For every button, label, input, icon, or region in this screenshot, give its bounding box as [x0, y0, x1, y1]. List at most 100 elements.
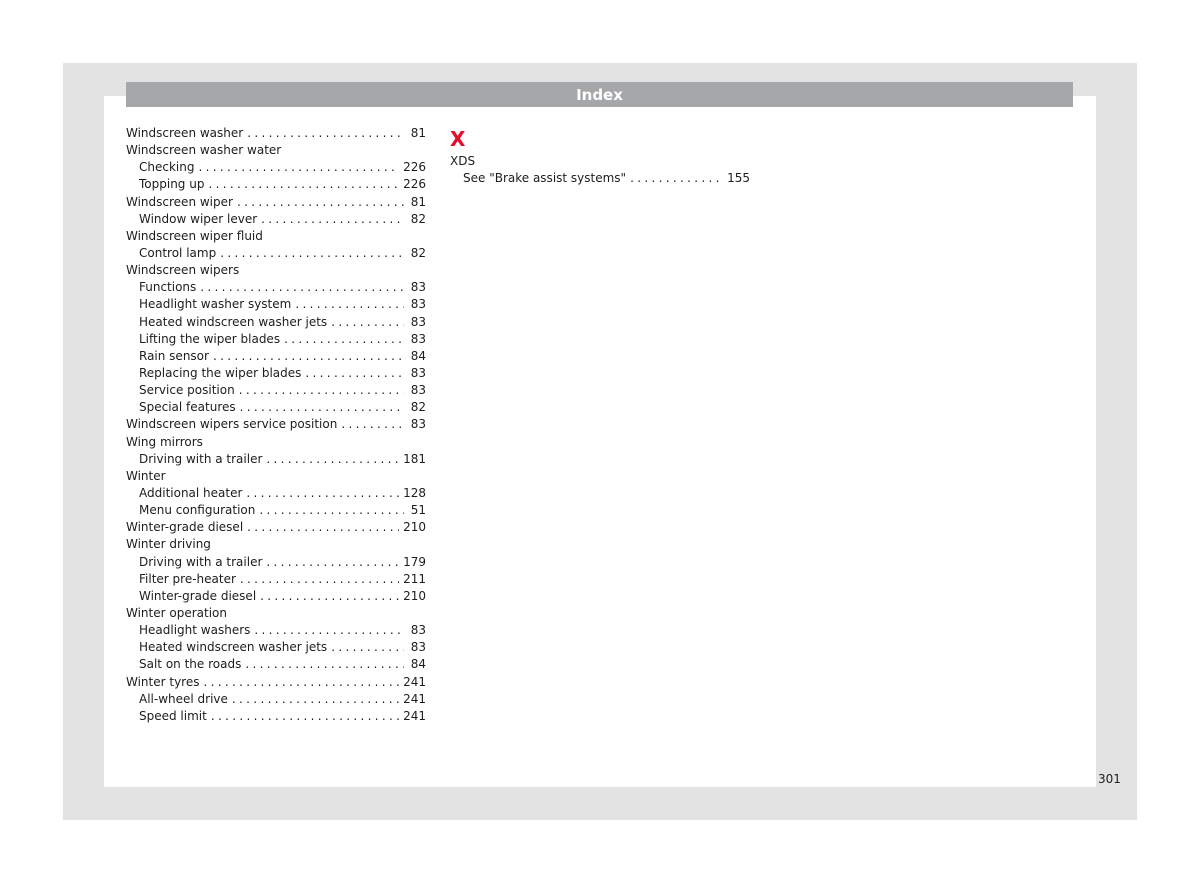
index-subentry: Salt on the roads 84 [126, 656, 426, 673]
entry-page-number: 181 [403, 451, 426, 466]
entry-label: Driving with a trailer [139, 554, 263, 569]
entry-page-number: 82 [410, 245, 426, 260]
dot-leader [305, 365, 404, 382]
entry-page-number: 83 [410, 314, 426, 329]
entry-label: Heated windscreen washer jets [139, 314, 328, 329]
index-entries-x: XDS See "Brake assist systems" 155 [450, 153, 750, 187]
index-subentry: Menu configuration 51 [126, 502, 426, 519]
dot-leader [331, 639, 404, 656]
index-entry: Windscreen wipers [126, 262, 426, 279]
index-subentry: Speed limit 241 [126, 708, 426, 725]
entry-label: Speed limit [139, 708, 207, 723]
index-subentry: Lifting the wiper blades 83 [126, 331, 426, 348]
entry-label: Heated windscreen washer jets [139, 640, 328, 655]
entry-page-number: 83 [410, 331, 426, 346]
entry-label: Filter pre-heater [139, 571, 236, 586]
dot-leader [240, 571, 399, 588]
entry-label: Replacing the wiper blades [139, 365, 302, 380]
dot-leader [284, 331, 404, 348]
entry-label: Window wiper lever [139, 211, 258, 226]
index-subentry: Heated windscreen washer jets 83 [126, 639, 426, 656]
index-entry: Winter-grade diesel 210 [126, 519, 426, 536]
entry-label: Windscreen wiper fluid [126, 228, 263, 243]
entry-page-number: 210 [403, 520, 426, 535]
index-subentry: Headlight washer system 83 [126, 296, 426, 313]
index-subentry: Driving with a trailer 181 [126, 451, 426, 468]
index-subentry: All-wheel drive 241 [126, 691, 426, 708]
dot-leader [208, 176, 399, 193]
entry-page-number: 226 [403, 160, 426, 175]
entry-page-number: 81 [410, 194, 426, 209]
entry-label: Winter-grade diesel [126, 520, 244, 535]
index-entry: Windscreen wiper 81 [126, 194, 426, 211]
entry-page-number: 155 [727, 171, 750, 186]
entry-label: Winter driving [126, 537, 211, 552]
index-subentry: Heated windscreen washer jets 83 [126, 314, 426, 331]
index-entry: Windscreen wiper fluid [126, 228, 426, 245]
dot-leader [259, 502, 404, 519]
entry-label: Windscreen wiper [126, 194, 233, 209]
entry-label: Rain sensor [139, 348, 209, 363]
entry-label: Windscreen washer [126, 126, 244, 140]
index-column-right: X XDS See "Brake assist systems" 155 [450, 125, 750, 187]
entry-label: Windscreen washer water [126, 143, 282, 158]
dot-leader [232, 691, 399, 708]
index-entry: Wing mirrors [126, 434, 426, 451]
index-entry: XDS [450, 153, 750, 170]
entry-label: XDS [450, 154, 476, 168]
index-subentry: Rain sensor 84 [126, 348, 426, 365]
index-subentry: Additional heater 128 [126, 485, 426, 502]
index-subentry: Window wiper lever 82 [126, 211, 426, 228]
entry-label: Topping up [139, 177, 205, 192]
index-entry: Winter [126, 468, 426, 485]
entry-label: Driving with a trailer [139, 451, 263, 466]
entry-label: Winter tyres [126, 674, 200, 689]
entry-page-number: 241 [403, 674, 426, 689]
dot-leader [266, 554, 399, 571]
entry-page-number: 84 [410, 348, 426, 363]
dot-leader [630, 170, 723, 187]
entry-page-number: 82 [410, 400, 426, 415]
index-subentry: Winter-grade diesel 210 [126, 588, 426, 605]
index-entry: Windscreen washer 81 [126, 125, 426, 142]
entry-page-number: 84 [410, 657, 426, 672]
dot-leader [254, 622, 404, 639]
dot-leader [341, 416, 404, 433]
entry-page-number: 83 [410, 297, 426, 312]
entry-page-number: 241 [403, 708, 426, 723]
entry-page-number: 83 [410, 383, 426, 398]
entry-label: Functions [139, 280, 197, 295]
page-header: Index [126, 82, 1073, 107]
index-entry: Windscreen wipers service position 83 [126, 416, 426, 433]
dot-leader [198, 159, 399, 176]
entry-label: Winter [126, 468, 166, 483]
dot-leader [211, 708, 399, 725]
entry-label: Control lamp [139, 245, 217, 260]
entry-page-number: 210 [403, 588, 426, 603]
index-subentry: Control lamp 82 [126, 245, 426, 262]
dot-leader [239, 382, 404, 399]
entry-page-number: 226 [403, 177, 426, 192]
entry-page-number: 83 [410, 280, 426, 295]
dot-leader [200, 279, 404, 296]
entry-label: Additional heater [139, 485, 243, 500]
entry-page-number: 51 [410, 503, 426, 518]
index-subentry: Special features 82 [126, 399, 426, 416]
entry-page-number: 81 [410, 126, 426, 140]
index-entry: Windscreen washer water [126, 142, 426, 159]
index-entry: Winter operation [126, 605, 426, 622]
dot-leader [220, 245, 404, 262]
dot-leader [266, 451, 399, 468]
dot-leader [204, 674, 400, 691]
entry-label: Wing mirrors [126, 434, 203, 449]
entry-label: Windscreen wipers [126, 263, 240, 278]
entry-label: Checking [139, 160, 195, 175]
entry-label: See "Brake assist systems" [463, 171, 627, 186]
entry-page-number: 83 [410, 417, 426, 432]
index-subentry: Headlight washers 83 [126, 622, 426, 639]
index-subentry: Driving with a trailer 179 [126, 554, 426, 571]
index-subentry: Topping up 226 [126, 176, 426, 193]
entry-page-number: 179 [403, 554, 426, 569]
entry-label: Menu configuration [139, 503, 256, 518]
dot-leader [261, 211, 404, 228]
